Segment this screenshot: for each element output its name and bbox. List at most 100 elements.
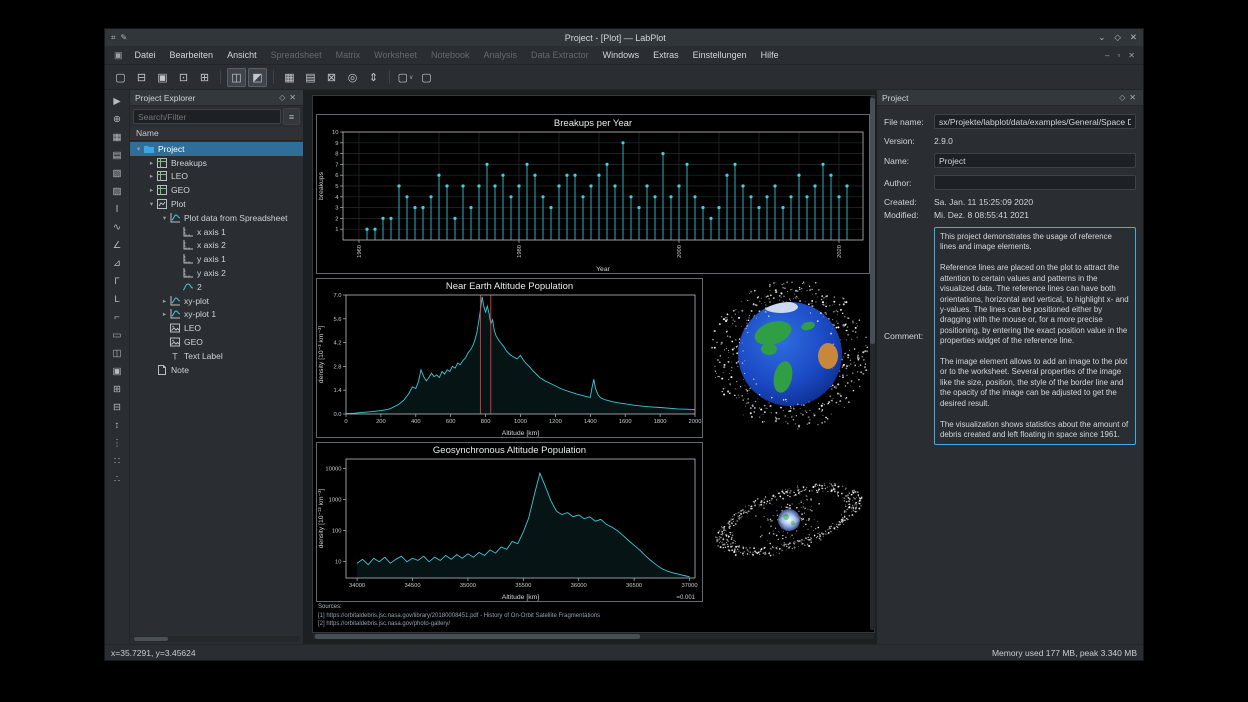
tree-item-xy-plot[interactable]: ▸xy-plot — [130, 294, 303, 308]
window-menu-icon[interactable]: ⌗ — [111, 33, 116, 43]
breakups-chart[interactable]: Breakups per Year12345678910196019802000… — [316, 114, 870, 274]
expander-icon[interactable]: ▾ — [147, 200, 156, 208]
sources-text-label[interactable]: Sources:[1] https://orbitaldebris.jsc.na… — [318, 603, 600, 629]
edit-title-icon[interactable]: ✎ — [121, 33, 128, 42]
expander-icon[interactable]: ▾ — [134, 145, 143, 153]
origin-axes-plot-icon[interactable]: ▨ — [109, 184, 126, 199]
axis-bottom-icon[interactable]: ⌐ — [109, 310, 126, 325]
more-tools-icon[interactable]: ⋮ — [109, 436, 126, 451]
float-panel-icon[interactable]: ◇ — [1117, 93, 1127, 102]
axis-corner-icon[interactable]: Γ — [109, 274, 126, 289]
tree-item-note[interactable]: Note — [130, 363, 303, 377]
save-project-button[interactable]: ▣ — [153, 68, 172, 87]
snap-icon[interactable]: ∴ — [109, 472, 126, 487]
expander-icon[interactable]: ▸ — [147, 186, 156, 194]
project-explorer-header[interactable]: Project Explorer ◇ ✕ — [130, 90, 303, 106]
menu-datei[interactable]: Datei — [128, 48, 163, 62]
zoom-x-region-icon[interactable]: ⊟ — [109, 400, 126, 415]
tree-item-breakups[interactable]: ▸Breakups — [130, 156, 303, 170]
menu-einstellungen[interactable]: Einstellungen — [686, 48, 754, 62]
new-project-button[interactable]: ▢ — [111, 68, 130, 87]
mdi-restore-icon[interactable]: ▫ — [1113, 51, 1124, 60]
tree-column-header[interactable]: Name — [130, 127, 303, 141]
search-input[interactable] — [133, 109, 281, 124]
tree-item-x-axis-2[interactable]: x axis 2 — [130, 239, 303, 253]
worksheet-vscrollbar[interactable] — [870, 96, 875, 630]
menu-ansicht[interactable]: Ansicht — [220, 48, 264, 62]
float-panel-icon[interactable]: ◇ — [277, 93, 287, 102]
close-panel-icon[interactable]: ✕ — [287, 93, 298, 102]
axis-left-icon[interactable]: L — [109, 292, 126, 307]
tree-item-geo[interactable]: GEO — [130, 335, 303, 349]
add-spreadsheet-button[interactable]: ▤ — [301, 68, 320, 87]
open-project-button[interactable]: ⊟ — [132, 68, 151, 87]
crosshair-icon[interactable]: ⊕ — [109, 112, 126, 127]
navigate-mode-button[interactable]: ◩ — [248, 68, 267, 87]
two-axes-plot-icon[interactable]: ▤ — [109, 148, 126, 163]
expander-icon[interactable]: ▸ — [160, 310, 169, 318]
expander-icon[interactable]: ▾ — [160, 214, 169, 222]
tree-item-y-axis-1[interactable]: y axis 1 — [130, 252, 303, 266]
export-button[interactable]: ▢∨ — [396, 68, 415, 87]
expander-icon[interactable]: ▸ — [147, 159, 156, 167]
zoom-button[interactable]: ◎ — [343, 68, 362, 87]
add-label-icon[interactable]: ◫ — [109, 346, 126, 361]
menu-windows[interactable]: Windows — [596, 48, 647, 62]
menu-hilfe[interactable]: Hilfe — [754, 48, 786, 62]
add-histogram-icon[interactable]: ⊿ — [109, 256, 126, 271]
tree-item-y-axis-2[interactable]: y axis 2 — [130, 266, 303, 280]
menu-bearbeiten[interactable]: Bearbeiten — [163, 48, 221, 62]
select-icon[interactable]: ▶ — [109, 94, 126, 109]
close-panel-icon[interactable]: ✕ — [1127, 93, 1138, 102]
close-icon[interactable]: ✕ — [1130, 32, 1137, 43]
geosynchronous-chart[interactable]: Geosynchronous Altitude Population101001… — [316, 442, 703, 602]
near-earth-chart[interactable]: Near Earth Altitude Population0.01.42.84… — [316, 278, 703, 438]
tree-item-text-label[interactable]: TText Label — [130, 349, 303, 363]
zoom-select-region-icon[interactable]: ⊞ — [109, 382, 126, 397]
worksheet-page[interactable]: Breakups per Year12345678910196019802000… — [313, 96, 874, 632]
print-button[interactable]: ⊡ — [174, 68, 193, 87]
mdi-close-icon[interactable]: ✕ — [1124, 51, 1139, 60]
tree-item-xy-plot-1[interactable]: ▸xy-plot 1 — [130, 308, 303, 322]
add-equation-curve-icon[interactable]: ∠ — [109, 238, 126, 253]
name-field[interactable] — [934, 153, 1136, 168]
tree-item-leo[interactable]: LEO — [130, 321, 303, 335]
add-grid-button[interactable]: ▦ — [280, 68, 299, 87]
zoom-y-region-icon[interactable]: ↕ — [109, 418, 126, 433]
centered-axes-plot-icon[interactable]: ▧ — [109, 166, 126, 181]
properties-header[interactable]: Project ◇ ✕ — [877, 90, 1143, 106]
filter-options-icon[interactable]: ≡ — [283, 108, 300, 125]
tree-item-2[interactable]: 2 — [130, 280, 303, 294]
four-axes-plot-icon[interactable]: ▦ — [109, 130, 126, 145]
title-bar[interactable]: ⌗ ✎ Project - [Plot] — LabPlot ⌄◇✕ — [105, 29, 1143, 46]
tree-item-plot[interactable]: ▾Plot — [130, 197, 303, 211]
minimize-icon[interactable]: ⌄ — [1098, 32, 1105, 43]
mdi-minimize-icon[interactable]: – — [1101, 51, 1113, 60]
tree-item-x-axis-1[interactable]: x axis 1 — [130, 225, 303, 239]
add-legend-icon[interactable]: ▭ — [109, 328, 126, 343]
earth-debris-image[interactable] — [711, 280, 869, 430]
print-preview-button[interactable]: ⊞ — [195, 68, 214, 87]
zoom-select-button[interactable]: ⊠ — [322, 68, 341, 87]
expander-icon[interactable]: ▸ — [160, 297, 169, 305]
duplicate-button[interactable]: ▢ — [417, 68, 436, 87]
fit-selection-button[interactable]: ⇕ — [364, 68, 383, 87]
tree-item-project[interactable]: ▾Project — [130, 142, 303, 156]
tree-item-geo[interactable]: ▸GEO — [130, 183, 303, 197]
comment-field[interactable]: This project demonstrates the usage of r… — [934, 227, 1136, 445]
add-xy-curve-icon[interactable]: ∿ — [109, 220, 126, 235]
select-edit-mode-button[interactable]: ◫ — [227, 68, 246, 87]
maximize-icon[interactable]: ◇ — [1114, 32, 1121, 43]
menu-extras[interactable]: Extras — [646, 48, 686, 62]
author-field[interactable] — [934, 175, 1136, 190]
geo-debris-image[interactable] — [709, 448, 869, 596]
tree-item-leo[interactable]: ▸LEO — [130, 170, 303, 184]
tree-item-plot-data-from-spreadsheet[interactable]: ▾Plot data from Spreadsheet — [130, 211, 303, 225]
worksheet-hscrollbar[interactable] — [313, 634, 874, 639]
add-image-icon[interactable]: ▣ — [109, 364, 126, 379]
add-axis-icon[interactable]: Ⅰ — [109, 202, 126, 217]
proportions-icon[interactable]: ∷ — [109, 454, 126, 469]
expander-icon[interactable]: ▸ — [147, 172, 156, 180]
file-name-field[interactable] — [934, 114, 1136, 129]
explorer-hscrollbar[interactable] — [133, 636, 300, 642]
